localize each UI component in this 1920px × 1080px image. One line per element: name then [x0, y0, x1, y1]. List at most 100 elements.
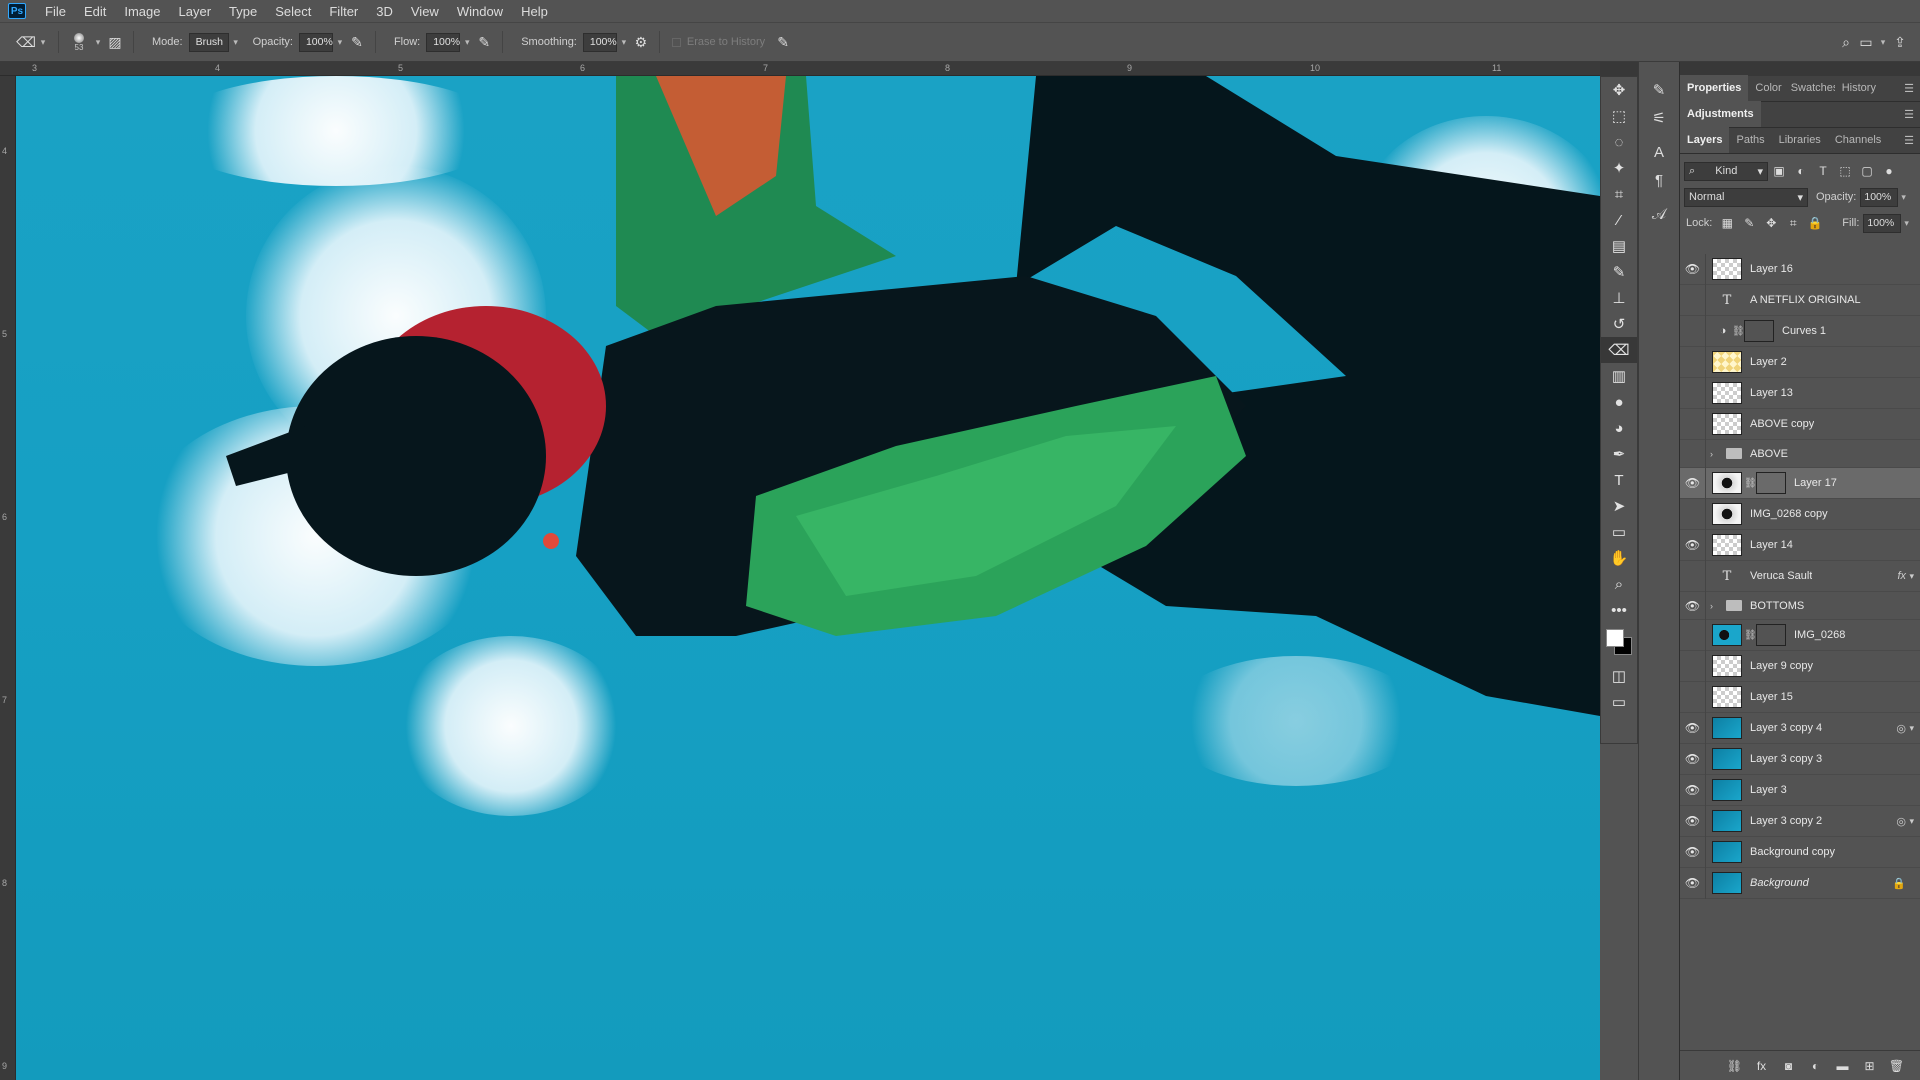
pressure-opacity-icon[interactable]: ✎: [347, 32, 367, 52]
brush-settings-panel-icon[interactable]: ⚟: [1639, 104, 1679, 132]
layer-row[interactable]: 👁 Background copy: [1680, 836, 1920, 868]
layer-opacity-input[interactable]: 100%: [1860, 187, 1899, 207]
layer-row-selected[interactable]: 👁 ⛓ Layer 17: [1680, 467, 1920, 499]
brush-picker-dropdown[interactable]: ▾: [91, 33, 105, 52]
lock-image-icon[interactable]: ✎: [1738, 216, 1760, 230]
flow-input[interactable]: 100%: [426, 32, 461, 52]
chevron-right-icon[interactable]: ›: [1710, 449, 1722, 459]
layer-row[interactable]: 👁 ABOVE copy: [1680, 408, 1920, 440]
eye-icon[interactable]: 👁: [1680, 619, 1706, 651]
layer-row[interactable]: 👁 Layer 2: [1680, 346, 1920, 378]
rectangle-tool-icon[interactable]: ▭: [1601, 519, 1637, 545]
link-icon[interactable]: ⛓: [1744, 478, 1757, 489]
type-tool-icon[interactable]: T: [1601, 467, 1637, 493]
glyphs-panel-icon[interactable]: 𝒜: [1639, 200, 1679, 228]
panel-menu-icon[interactable]: ☰: [1904, 108, 1914, 121]
eye-icon[interactable]: 👁: [1680, 681, 1706, 713]
fx-icon[interactable]: fx: [1897, 570, 1906, 582]
layer-row[interactable]: 👁 Layer 13: [1680, 377, 1920, 409]
gradient-tool-icon[interactable]: ▥: [1601, 363, 1637, 389]
menu-file[interactable]: File: [36, 0, 75, 23]
eye-icon[interactable]: 👁: [1680, 591, 1706, 620]
menu-help[interactable]: Help: [512, 0, 557, 23]
mode-select[interactable]: Brush: [188, 32, 229, 52]
layer-row[interactable]: 👁 T Veruca Sault fx ▾: [1680, 560, 1920, 592]
layer-row[interactable]: 👁 T A NETFLIX ORIGINAL: [1680, 284, 1920, 316]
adjustment-filter-icon[interactable]: ◐: [1790, 164, 1812, 178]
layer-row[interactable]: 👁 Layer 9 copy: [1680, 650, 1920, 682]
link-icon[interactable]: ⛓: [1744, 630, 1757, 641]
layer-row[interactable]: 👁 Layer 3 copy 2 ◎ ▾: [1680, 805, 1920, 837]
layer-group-row[interactable]: 👁 › BOTTOMS: [1680, 591, 1920, 620]
blur-tool-icon[interactable]: ●: [1601, 389, 1637, 415]
smart-object-filter-icon[interactable]: ▢: [1856, 164, 1878, 178]
move-tool-icon[interactable]: ✥: [1601, 77, 1637, 103]
character-panel-icon[interactable]: A: [1639, 138, 1679, 166]
color-swatches[interactable]: [1601, 623, 1637, 663]
healing-tool-icon[interactable]: ▤: [1601, 233, 1637, 259]
eraser-tool-icon[interactable]: ⌫: [1601, 337, 1637, 363]
adjustment-layer-icon[interactable]: ◐: [1802, 1059, 1829, 1073]
lock-position-icon[interactable]: ✥: [1760, 216, 1782, 230]
eye-icon[interactable]: 👁: [1680, 774, 1706, 806]
chevron-down-icon[interactable]: ▾: [1909, 571, 1914, 582]
dodge-tool-icon[interactable]: ◕: [1601, 415, 1637, 441]
layer-row[interactable]: 👁 Layer 3 copy 4 ◎ ▾: [1680, 712, 1920, 744]
filter-toggle-icon[interactable]: ●: [1878, 164, 1900, 178]
lock-all-icon[interactable]: 🔒: [1804, 216, 1826, 230]
eye-icon[interactable]: 👁: [1680, 498, 1706, 530]
opacity-dropdown-icon[interactable]: ▾: [333, 33, 347, 52]
lasso-tool-icon[interactable]: ◌: [1601, 129, 1637, 155]
tab-layers[interactable]: Layers: [1680, 127, 1730, 153]
menu-view[interactable]: View: [402, 0, 448, 23]
menu-edit[interactable]: Edit: [75, 0, 115, 23]
menu-window[interactable]: Window: [448, 0, 512, 23]
flow-dropdown-icon[interactable]: ▾: [460, 33, 474, 52]
document-canvas[interactable]: [16, 76, 1600, 1080]
workspace-icon[interactable]: ▭: [1856, 33, 1876, 53]
more-tools-icon[interactable]: •••: [1601, 597, 1637, 623]
lock-transparent-icon[interactable]: ▦: [1716, 216, 1738, 230]
magic-wand-tool-icon[interactable]: ✦: [1601, 155, 1637, 181]
screen-mode-icon[interactable]: ▭: [1601, 689, 1637, 715]
pen-tool-icon[interactable]: ✒: [1601, 441, 1637, 467]
panel-menu-icon[interactable]: ☰: [1904, 134, 1914, 147]
tab-color[interactable]: Color: [1748, 75, 1788, 101]
shape-filter-icon[interactable]: ⬚: [1834, 164, 1856, 178]
eye-icon[interactable]: 👁: [1680, 805, 1706, 837]
brush-settings-icon[interactable]: ▨: [105, 32, 125, 52]
eye-icon[interactable]: 👁: [1680, 650, 1706, 682]
pressure-size-icon[interactable]: ✎: [773, 32, 793, 52]
stamp-tool-icon[interactable]: ⊥: [1601, 285, 1637, 311]
mode-dropdown-icon[interactable]: ▾: [229, 33, 243, 52]
layer-row[interactable]: 👁 ⛓ IMG_0268: [1680, 619, 1920, 651]
tab-paths[interactable]: Paths: [1729, 127, 1771, 153]
menu-select[interactable]: Select: [266, 0, 320, 23]
menu-filter[interactable]: Filter: [320, 0, 367, 23]
tab-properties[interactable]: Properties: [1680, 75, 1749, 101]
eye-icon[interactable]: 👁: [1680, 467, 1706, 499]
chevron-down-icon[interactable]: ▾: [1901, 192, 1906, 203]
crop-tool-icon[interactable]: ⌗: [1601, 181, 1637, 207]
chevron-down-icon[interactable]: ▾: [1909, 723, 1914, 734]
hand-tool-icon[interactable]: ✋: [1601, 545, 1637, 571]
search-icon[interactable]: ⌕: [1836, 33, 1856, 53]
layer-row[interactable]: 👁 Background 🔒: [1680, 867, 1920, 899]
eye-icon[interactable]: 👁: [1680, 867, 1706, 899]
tab-channels[interactable]: Channels: [1828, 127, 1888, 153]
layer-row[interactable]: 👁 Layer 3 copy 3: [1680, 743, 1920, 775]
smart-filter-icon[interactable]: ◎: [1896, 722, 1906, 735]
layer-group-row[interactable]: 👁 › ABOVE: [1680, 439, 1920, 468]
kind-filter-select[interactable]: ⌕ Kind ▾: [1684, 161, 1768, 181]
eye-icon[interactable]: 👁: [1680, 408, 1706, 440]
eye-icon[interactable]: 👁: [1680, 439, 1706, 468]
new-group-icon[interactable]: ▬: [1829, 1059, 1856, 1073]
workspace-dropdown-icon[interactable]: ▾: [1876, 33, 1890, 52]
opacity-input[interactable]: 100%: [298, 32, 333, 52]
eye-icon[interactable]: 👁: [1680, 712, 1706, 744]
layer-row[interactable]: 👁 Layer 14: [1680, 529, 1920, 561]
menu-layer[interactable]: Layer: [170, 0, 221, 23]
marquee-tool-icon[interactable]: ⬚: [1601, 103, 1637, 129]
eye-icon[interactable]: 👁: [1680, 346, 1706, 378]
panel-menu-icon[interactable]: ☰: [1904, 82, 1914, 95]
